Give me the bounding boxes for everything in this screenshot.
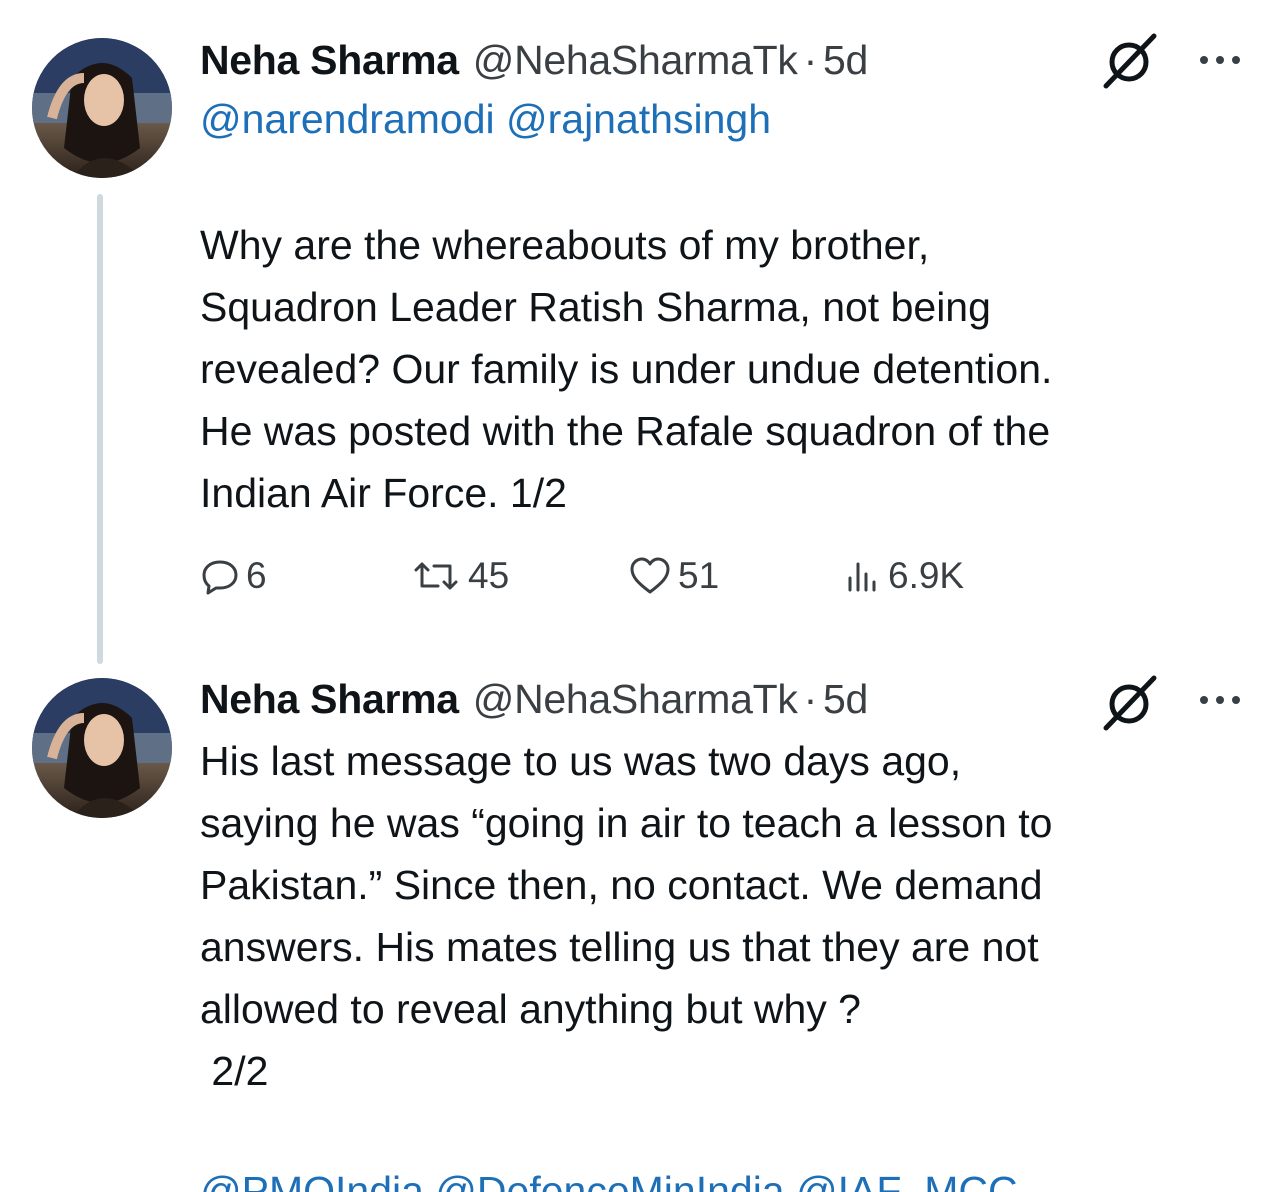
author-name[interactable]: Neha Sharma xyxy=(200,676,459,723)
timestamp[interactable]: 5d xyxy=(823,37,868,84)
views-button[interactable]: 6.9K xyxy=(842,548,964,604)
grok-icon[interactable] xyxy=(1100,30,1160,90)
view-count: 6.9K xyxy=(888,555,965,596)
thread-view: Neha Sharma @NehaSharmaTk · 5d @narendra… xyxy=(0,0,1280,1192)
like-button[interactable]: 51 xyxy=(628,548,719,604)
action-bar: 6 45 51 6.9K xyxy=(200,548,1100,604)
author-name[interactable]: Neha Sharma xyxy=(200,37,459,84)
reply-mentions[interactable]: @narendramodi @rajnathsingh xyxy=(200,96,771,143)
timestamp[interactable]: 5d xyxy=(823,676,868,723)
reply-count: 6 xyxy=(246,555,267,596)
avatar[interactable] xyxy=(32,38,172,178)
tweet-header: Neha Sharma @NehaSharmaTk · 5d xyxy=(200,34,868,86)
avatar[interactable] xyxy=(32,678,172,818)
more-icon[interactable] xyxy=(1196,690,1244,710)
thread-line xyxy=(97,194,103,664)
tweet-header: Neha Sharma @NehaSharmaTk · 5d xyxy=(200,673,868,725)
next-reply-mentions[interactable]: @PMOIndia @DefenceMinIndia @IAF_MCC xyxy=(200,1160,1018,1192)
repost-count: 45 xyxy=(468,555,510,596)
tweet-text: Why are the whereabouts of my brother, S… xyxy=(200,222,1053,516)
author-handle[interactable]: @NehaSharmaTk xyxy=(473,676,798,723)
author-handle[interactable]: @NehaSharmaTk xyxy=(473,37,798,84)
reply-icon xyxy=(202,560,238,595)
next-reply-mentions-text[interactable]: @PMOIndia @DefenceMinIndia @IAF_MCC xyxy=(200,1160,1018,1192)
separator: · xyxy=(803,36,818,83)
grok-icon[interactable] xyxy=(1100,672,1160,732)
repost-icon xyxy=(414,562,458,590)
more-icon[interactable] xyxy=(1196,50,1244,70)
separator: · xyxy=(803,675,818,722)
reply-button[interactable]: 6 xyxy=(200,548,267,604)
views-icon xyxy=(848,562,876,592)
heart-icon xyxy=(630,557,670,594)
like-count: 51 xyxy=(678,555,720,596)
tweet-text: His last message to us was two days ago,… xyxy=(200,738,1053,1094)
repost-button[interactable]: 45 xyxy=(410,548,509,604)
tweet-1[interactable]: Neha Sharma @NehaSharmaTk · 5d @narendra… xyxy=(0,0,1280,664)
tweet-2[interactable]: Neha Sharma @NehaSharmaTk · 5d His last … xyxy=(0,660,1280,1160)
